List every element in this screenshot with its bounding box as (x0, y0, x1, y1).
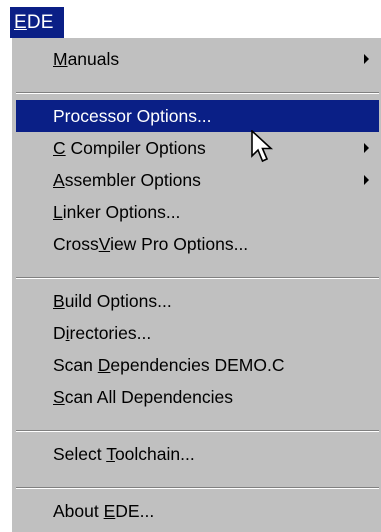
menu-item-build-options[interactable]: Build Options... (16, 285, 379, 317)
menu-separator (16, 92, 379, 94)
menu-item-scan-dependencies-before: Scan (53, 355, 98, 375)
chevron-right-icon (364, 175, 369, 185)
menu-separator (16, 487, 379, 489)
menu-item-directories-after: rectories... (69, 323, 152, 343)
menu-item-scan-dependencies[interactable]: Scan Dependencies DEMO.C (16, 349, 379, 381)
menu-item-processor-options-after: Processor Options... (53, 106, 212, 126)
ede-dropdown-menu: Manuals Processor Options... C Compiler … (10, 38, 381, 532)
chevron-right-icon (364, 54, 369, 64)
menu-item-select-toolchain-mnemonic: T (106, 444, 115, 464)
menu-item-manuals-mnemonic: M (53, 49, 68, 69)
menu-item-crossview-pro-options-mnemonic: V (98, 234, 111, 254)
menu-item-manuals-after: anuals (67, 49, 120, 69)
menu-item-scan-dependencies-after: ependencies DEMO.C (110, 355, 285, 375)
menu-item-processor-options[interactable]: Processor Options... (16, 100, 379, 132)
menu-item-directories-before: D (53, 323, 66, 343)
menu-item-assembler-options[interactable]: Assembler Options (16, 164, 379, 196)
menu-item-build-options-mnemonic: B (53, 291, 65, 311)
menu-item-c-compiler-options[interactable]: C Compiler Options (16, 132, 379, 164)
menu-item-assembler-options-after: ssembler Options (64, 170, 201, 190)
menu-item-c-compiler-options-mnemonic: C (53, 138, 66, 158)
menu-item-scan-all-dependencies-after: can All Dependencies (64, 387, 233, 407)
menu-item-crossview-pro-options-before: Cross (53, 234, 99, 254)
menubar-ede[interactable]: EDE (10, 7, 64, 38)
menu-item-scan-dependencies-mnemonic: D (97, 355, 111, 375)
menu-item-manuals[interactable]: Manuals (16, 43, 379, 75)
menu-separator (16, 430, 379, 432)
menu-item-about-ede[interactable]: About EDE... (16, 495, 379, 527)
menu-item-scan-all-dependencies[interactable]: Scan All Dependencies (16, 381, 379, 413)
menubar-ede-rest: DE (26, 12, 54, 33)
menu-item-about-ede-mnemonic: E (103, 501, 116, 521)
menu-item-c-compiler-options-after: Compiler Options (65, 138, 206, 158)
menu-item-about-ede-after: DE... (115, 501, 155, 521)
menu-item-build-options-after: uild Options... (64, 291, 172, 311)
menu-item-assembler-options-mnemonic: A (53, 170, 65, 190)
menu-item-linker-options[interactable]: Linker Options... (16, 196, 379, 228)
menu-item-linker-options-after: inker Options... (62, 202, 181, 222)
menu-item-select-toolchain-before: Select (53, 444, 107, 464)
menu-item-directories[interactable]: Directories... (16, 317, 379, 349)
chevron-right-icon (364, 143, 369, 153)
menu-item-linker-options-mnemonic: L (53, 202, 63, 222)
menu-separator (16, 277, 379, 279)
menu-item-scan-all-dependencies-mnemonic: S (53, 387, 65, 407)
menu-item-select-toolchain-after: oolchain... (114, 444, 195, 464)
menu-item-about-ede-before: About (53, 501, 104, 521)
menubar-ede-underlined: E (14, 12, 27, 33)
menu-item-crossview-pro-options-after: iew Pro Options... (110, 234, 249, 254)
menu-item-crossview-pro-options[interactable]: CrossView Pro Options... (16, 228, 379, 260)
menu-item-select-toolchain[interactable]: Select Toolchain... (16, 438, 379, 470)
screen: EDE Manuals Processor Options... C Compi… (0, 0, 381, 532)
